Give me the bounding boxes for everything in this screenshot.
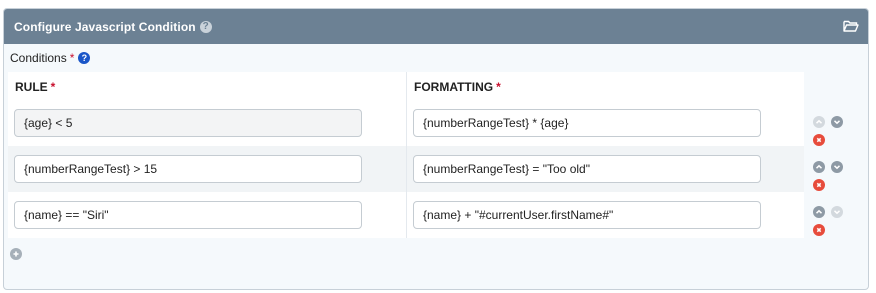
panel-header: Configure Javascript Condition ? xyxy=(4,9,868,44)
chevron-up-icon[interactable] xyxy=(813,116,825,128)
table-row xyxy=(8,146,804,192)
rule-cell xyxy=(8,192,406,238)
formatting-cell xyxy=(406,192,804,238)
formatting-cell xyxy=(406,146,804,192)
formatting-cell xyxy=(406,100,804,146)
row-actions xyxy=(809,116,845,156)
required-marker: * xyxy=(50,80,56,94)
required-marker: * xyxy=(69,51,75,65)
chevron-up-icon[interactable] xyxy=(813,206,825,218)
add-circle-icon[interactable] xyxy=(10,248,22,260)
question-circle-icon[interactable]: ? xyxy=(199,20,212,33)
required-marker: * xyxy=(496,80,501,94)
chevron-up-icon[interactable] xyxy=(813,161,825,173)
rule-input[interactable] xyxy=(14,109,362,137)
folder-open-icon[interactable] xyxy=(843,19,859,33)
table-row xyxy=(8,192,804,238)
remove-circle-icon[interactable] xyxy=(813,134,825,146)
column-header-formatting: FORMATTING * xyxy=(406,72,804,100)
remove-circle-icon[interactable] xyxy=(813,224,825,236)
conditions-label: Conditions * ? xyxy=(10,51,91,65)
formatting-input[interactable] xyxy=(413,201,761,229)
conditions-table: RULE * FORMATTING * xyxy=(8,72,804,238)
table-header: RULE * FORMATTING * xyxy=(8,72,804,100)
row-actions xyxy=(809,206,845,246)
table-row xyxy=(8,100,804,146)
rule-input[interactable] xyxy=(14,155,362,183)
rule-cell xyxy=(8,100,406,146)
question-circle-icon[interactable]: ? xyxy=(78,52,91,64)
column-header-rule: RULE * xyxy=(8,72,406,100)
panel-title: Configure Javascript Condition xyxy=(14,19,196,34)
formatting-header-label: FORMATTING xyxy=(414,80,494,94)
chevron-down-icon[interactable] xyxy=(831,161,843,173)
chevron-down-icon[interactable] xyxy=(831,116,843,128)
remove-circle-icon[interactable] xyxy=(813,179,825,191)
formatting-input[interactable] xyxy=(413,109,761,137)
rule-cell xyxy=(8,146,406,192)
row-actions xyxy=(809,161,845,201)
rule-input[interactable] xyxy=(14,201,362,229)
rule-header-label: RULE xyxy=(15,80,48,94)
formatting-input[interactable] xyxy=(413,155,761,183)
chevron-down-icon[interactable] xyxy=(831,206,843,218)
conditions-label-text: Conditions xyxy=(10,51,67,65)
